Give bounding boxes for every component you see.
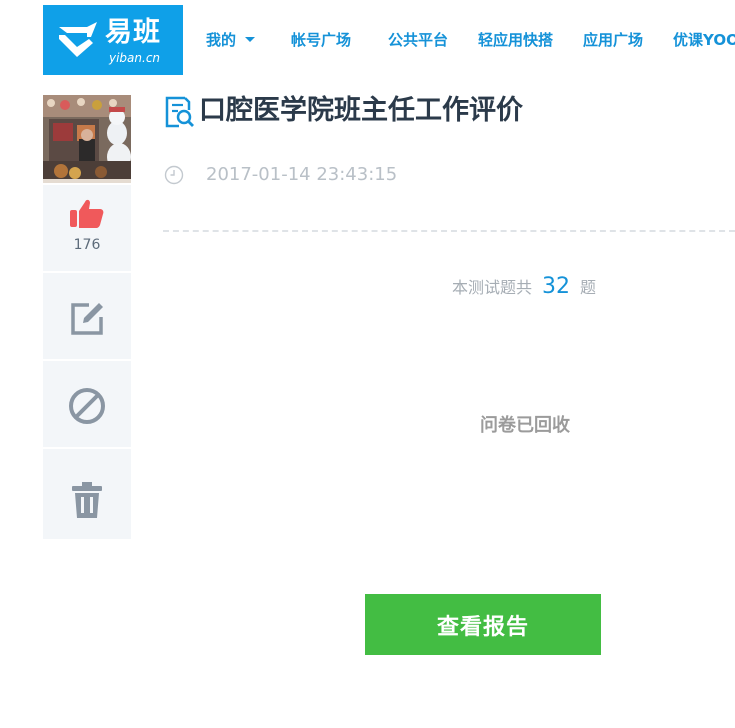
block-icon: [69, 388, 105, 424]
nav-item-label: 应用广场: [583, 31, 644, 49]
survey-status: 问卷已回收: [480, 415, 570, 436]
page-title: 口腔医学院班主任工作评价: [199, 95, 523, 126]
nav-item-label: 优课YOOC: [673, 31, 735, 49]
clock-icon: [164, 165, 184, 185]
question-count-suffix: 题: [580, 278, 597, 297]
nav-item-label: 轻应用快搭: [478, 31, 554, 49]
avatar-image: [43, 95, 131, 183]
brand-domain: yiban.cn: [109, 51, 161, 65]
delete-button[interactable]: [43, 447, 131, 539]
thumbs-up-icon: [70, 199, 104, 228]
yiban-logo-icon: [59, 22, 97, 57]
edit-button[interactable]: [43, 271, 131, 359]
trash-icon: [72, 482, 102, 518]
nav-item-mine[interactable]: 我的: [206, 30, 256, 50]
nav-item-label: 公共平台: [388, 31, 449, 49]
like-button[interactable]: 176: [43, 183, 131, 271]
yiban-logo[interactable]: 易班 yiban.cn: [43, 5, 183, 75]
publish-timestamp: 2017-01-14 23:43:15: [206, 164, 398, 185]
nav-item-public-platform[interactable]: 公共平台: [388, 30, 448, 50]
action-sidebar: 176: [43, 95, 131, 539]
brand-name: 易班: [105, 17, 161, 48]
question-count-prefix: 本测试题共: [452, 278, 533, 297]
edit-icon: [71, 303, 103, 335]
nav-item-account-square[interactable]: 帐号广场: [291, 30, 351, 50]
nav-item-label: 帐号广场: [291, 31, 352, 49]
top-header: 易班 yiban.cn 我的 帐号广场 公共平台 轻应用快搭 应用广场 优课YO…: [0, 0, 735, 80]
dashed-divider: [163, 230, 735, 232]
nav-item-app-square[interactable]: 应用广场: [583, 30, 643, 50]
nav-item-yooc[interactable]: 优课YOOC: [673, 30, 735, 50]
user-avatar[interactable]: [43, 95, 131, 183]
survey-search-icon: [165, 96, 194, 128]
nav-item-label: 我的: [206, 31, 237, 49]
like-count: 176: [73, 237, 101, 253]
question-count-number: 32: [542, 274, 571, 299]
caret-down-icon: [245, 37, 256, 42]
nav-item-light-app-builder[interactable]: 轻应用快搭: [478, 30, 553, 50]
block-button[interactable]: [43, 359, 131, 447]
question-count-line: 本测试题共 32 题: [452, 273, 596, 302]
view-report-button[interactable]: 查看报告: [365, 594, 601, 655]
